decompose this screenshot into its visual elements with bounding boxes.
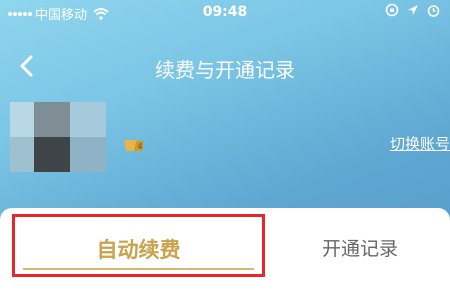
page-title: 续费与开通记录 [155, 58, 295, 82]
tab-auto-renewal-label: 自动续费 [96, 238, 181, 262]
svg-text:4: 4 [138, 142, 143, 151]
status-right [385, 3, 440, 17]
navigation-bar: 续费与开通记录 [0, 44, 450, 88]
status-time: 09:48 [202, 4, 248, 20]
lock-rotation-icon [385, 3, 399, 17]
avatar [10, 102, 106, 172]
vip-badge-icon: 4 [123, 137, 145, 153]
tab-selected-indicator [23, 268, 254, 270]
status-bar: 中国移动 09:48 [0, 0, 450, 26]
location-icon [408, 5, 418, 15]
alarm-icon [427, 4, 440, 17]
tab-activation-records[interactable]: 开通记录 [270, 214, 450, 277]
tab-auto-renewal[interactable]: 自动续费 [12, 214, 265, 277]
switch-account-link[interactable]: 切换账号 [390, 133, 450, 154]
tab-activation-records-label: 开通记录 [321, 238, 398, 260]
